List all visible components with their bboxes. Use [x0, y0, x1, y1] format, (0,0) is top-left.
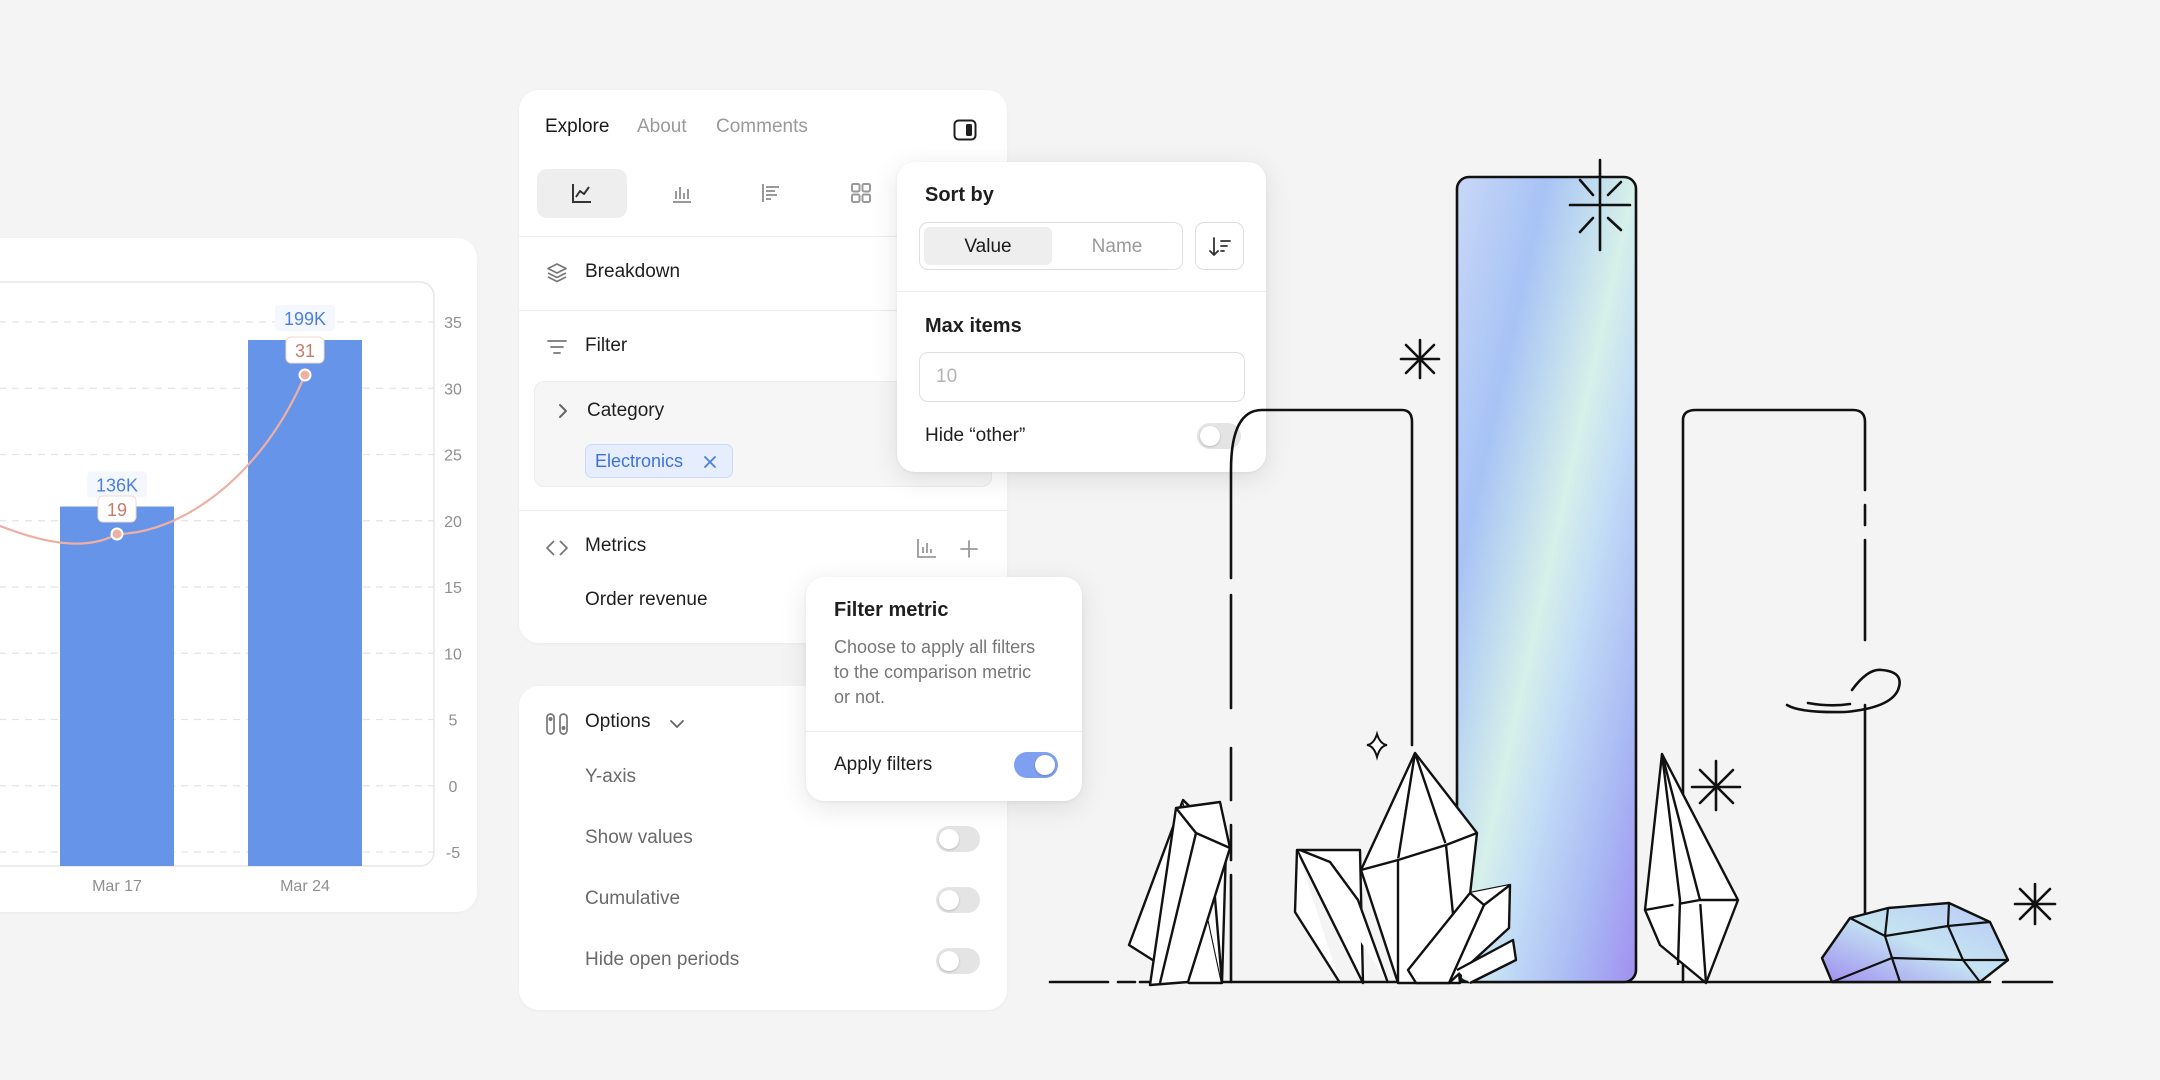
filter-metric-description-line: to the comparison metric	[834, 662, 1032, 682]
filter-metric-title: Filter metric	[834, 599, 949, 621]
tab-explore[interactable]: Explore	[545, 116, 609, 138]
metric-item-order-revenue[interactable]: Order revenue	[585, 589, 708, 611]
breakdown-label[interactable]: Breakdown	[585, 261, 680, 283]
crystal-illustration	[1048, 158, 2057, 987]
tab-comments[interactable]: Comments	[716, 116, 808, 138]
y-tick-label: 5	[449, 713, 458, 730]
horizontal-bar-icon[interactable]	[761, 182, 783, 204]
bar	[60, 506, 174, 866]
category-label[interactable]: Category	[587, 400, 664, 422]
option-hide-open-periods: Hide open periods	[585, 949, 740, 970]
option-show-values: Show values	[585, 827, 693, 848]
filter-chip: Electronics	[585, 444, 733, 478]
sparkle-small	[1366, 730, 1388, 761]
chip-label: Electronics	[595, 451, 684, 471]
cumulative-toggle[interactable]	[936, 887, 980, 913]
sidebar-toggle-icon[interactable]	[953, 119, 977, 141]
line-point	[110, 527, 124, 541]
crystal-cluster-left	[1127, 798, 1232, 987]
chart-card: 35 30 25 20 15 10 5 0 -5 136K 199K 19 31 Mar 17 Mar 2…	[0, 238, 477, 912]
hide-open-periods-toggle[interactable]	[936, 948, 980, 974]
x-tick-label: Mar 24	[280, 878, 330, 895]
show-values-toggle[interactable]	[936, 826, 980, 852]
sort-title: Sort by	[925, 184, 994, 206]
divider	[519, 510, 1007, 511]
chart-bars	[60, 340, 362, 866]
crystal-right	[1643, 752, 1740, 985]
chart-ticks: 35 30 25 20 15 10 5 0 -5	[444, 315, 462, 862]
grid-icon[interactable]	[850, 182, 872, 204]
line-value-label: 19	[107, 500, 127, 520]
chart-type-line-button[interactable]	[537, 169, 627, 218]
y-tick-label: 35	[444, 315, 462, 332]
tab-about[interactable]: About	[637, 116, 687, 138]
option-y-axis[interactable]: Y-axis	[585, 766, 636, 788]
options-icon	[546, 713, 568, 735]
plus-icon[interactable]	[959, 539, 979, 559]
chevron-down-icon[interactable]	[669, 719, 685, 729]
crystal-rock	[1820, 901, 2010, 984]
max-items-placeholder: 10	[936, 366, 958, 387]
y-tick-label: -5	[446, 845, 460, 862]
bar-chart-icon[interactable]	[671, 182, 693, 204]
y-tick-label: 15	[444, 580, 462, 597]
option-cumulative: Cumulative	[585, 888, 681, 909]
filter-metric-description-line: Choose to apply all filters	[834, 637, 1036, 657]
crystal-pillar	[1455, 175, 1638, 984]
y-tick-label: 20	[444, 514, 462, 531]
line-point	[298, 368, 312, 382]
y-tick-label: 10	[444, 646, 462, 663]
options-title[interactable]: Options	[585, 711, 650, 733]
max-items-label: Max items	[925, 315, 1022, 337]
metrics-label[interactable]: Metrics	[585, 535, 646, 557]
filter-icon	[547, 340, 567, 354]
hide-other-label: Hide “other”	[925, 425, 1026, 446]
y-tick-label: 25	[444, 448, 462, 465]
chevron-right-icon[interactable]	[557, 403, 569, 419]
layers-icon	[547, 263, 567, 283]
bar-chart-icon[interactable]	[916, 537, 938, 559]
chart: 35 30 25 20 15 10 5 0 -5 136K 199K 19 31 Mar 17 Mar 2…	[0, 281, 462, 895]
bar-value-label: 199K	[284, 309, 326, 329]
y-tick-label: 0	[449, 779, 458, 796]
line-value-label: 31	[295, 341, 315, 361]
bar	[248, 340, 362, 866]
apply-filters-label: Apply filters	[834, 754, 933, 775]
close-icon[interactable]	[704, 456, 716, 468]
metrics-icon	[546, 540, 568, 556]
filter-metric-description-line: or not.	[834, 687, 886, 707]
bar-value-label: 136K	[96, 476, 138, 496]
filter-label[interactable]: Filter	[585, 335, 627, 357]
y-tick-label: 30	[444, 381, 462, 398]
line-chart-icon	[572, 184, 591, 203]
x-tick-label: Mar 17	[92, 878, 142, 895]
